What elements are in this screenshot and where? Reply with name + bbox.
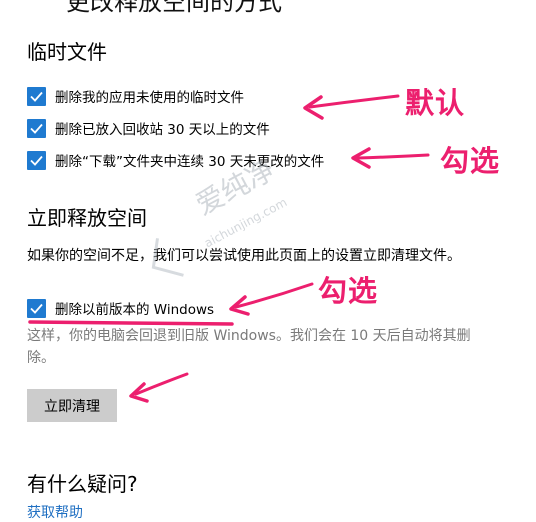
annotation-overlay — [28, 94, 430, 403]
annotation-label-check-2: 勾选 — [318, 274, 379, 308]
annotation-label-check-1: 勾选 — [440, 144, 501, 178]
annotation-arrow-default — [303, 94, 400, 120]
annotation-arrow-button — [129, 372, 189, 403]
annotation-arrow-check-1 — [351, 147, 430, 169]
annotation-arrow-check-2 — [229, 282, 314, 316]
annotation-underline — [28, 320, 234, 326]
annotation-label-default: 默认 — [405, 86, 466, 120]
